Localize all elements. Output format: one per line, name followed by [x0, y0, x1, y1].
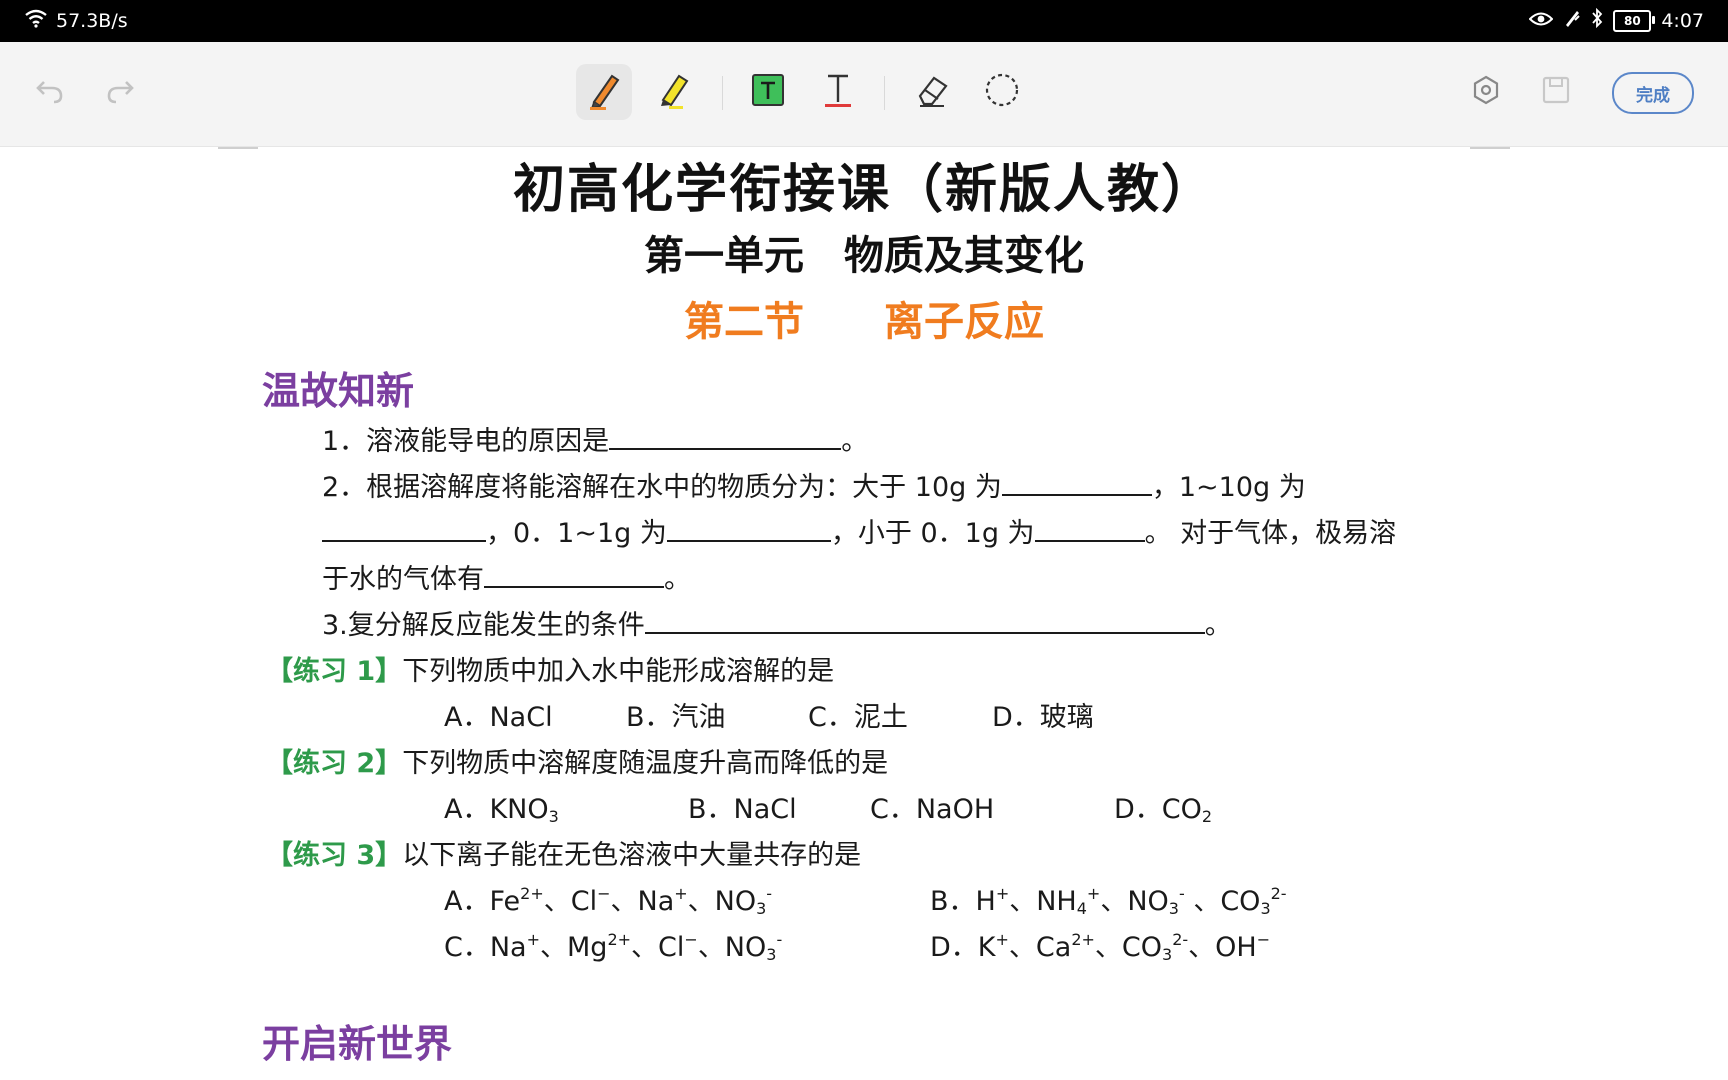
exercise-1-option-b: B．汽油: [626, 702, 726, 733]
toolbar-divider: [884, 76, 885, 110]
question-3-text: 3.复分解反应能发生的条件: [322, 610, 645, 641]
exercise-3: 【练习 3】以下离子能在无色溶液中大量共存的是: [266, 833, 861, 872]
answer-blank: [1001, 472, 1152, 496]
review-heading: 温故知新: [262, 369, 415, 413]
answer-blank: [644, 610, 1205, 634]
exercise-2: 【练习 2】下列物质中溶解度随温度升高而降低的是: [266, 741, 888, 780]
question-2-text-c: ，0．1~1g 为: [486, 518, 667, 549]
done-button[interactable]: 完成: [1612, 72, 1694, 114]
answer-blank: [609, 426, 842, 450]
toolbar-divider: [722, 76, 723, 110]
exercise-3-option-c: C．Na+、Mg2+、Cl−、NO3-: [444, 930, 783, 964]
exercise-2-question: 下列物质中溶解度随温度升高而降低的是: [402, 748, 889, 779]
question-1: 1．溶液能导电的原因是 。: [322, 419, 868, 458]
settings-icon: [1470, 74, 1502, 110]
answer-blank: [666, 518, 831, 542]
question-2-text-a: 2．根据溶解度将能溶解在水中的物质分为：大于 10g 为: [322, 472, 1002, 503]
answer-blank: [322, 518, 486, 542]
subscript: 3: [548, 807, 559, 826]
pen-tool-button[interactable]: [576, 64, 632, 120]
highlighter-tool-button[interactable]: [645, 64, 701, 120]
save-icon: [1540, 74, 1572, 110]
battery-icon: 80: [1613, 9, 1656, 32]
question-1-end: 。: [841, 426, 869, 457]
exercise-3-label: 【练习 3】: [266, 840, 403, 871]
option-text: D．CO: [1114, 794, 1202, 825]
question-2-text-d: ，小于 0．1g 为: [830, 518, 1035, 549]
exercise-1-question: 下列物质中加入水中能形成溶解的是: [402, 656, 835, 687]
question-2-text-b: ，1~10g 为: [1151, 472, 1306, 503]
eye-icon: [1528, 10, 1554, 32]
unit-title: 第一单元 物质及其变化: [644, 233, 1084, 279]
eraser-icon: [914, 72, 950, 112]
question-3: 3.复分解反应能发生的条件 。: [322, 603, 1232, 642]
exercise-3-option-d: D．K+、Ca2+、CO32-、OH−: [930, 930, 1271, 964]
exercise-1: 【练习 1】下列物质中加入水中能形成溶解的是: [266, 649, 834, 688]
exercise-1-option-d: D．玻璃: [992, 702, 1094, 733]
question-2-line-1: 2．根据溶解度将能溶解在水中的物质分为：大于 10g 为 ，1~10g 为: [322, 465, 1306, 504]
textbox-tool-button[interactable]: [740, 64, 796, 120]
lasso-icon: [984, 72, 1020, 112]
question-2-text-f: 于水的气体有: [322, 564, 484, 595]
textbox-icon: [750, 72, 786, 112]
highlighter-icon: [655, 70, 691, 114]
question-3-end: 。: [1204, 610, 1232, 641]
question-2-line-3: 于水的气体有 。: [322, 557, 691, 596]
answer-blank: [1034, 518, 1145, 542]
network-speed: 57.3B/s: [56, 9, 128, 32]
exercise-2-option-a: A．KNO3: [444, 787, 559, 826]
text-tool-button[interactable]: [810, 64, 866, 120]
document-title: 初高化学衔接课（新版人教）: [512, 160, 1215, 220]
exercise-3-question: 以下离子能在无色溶液中大量共存的是: [402, 840, 862, 871]
exercise-3-option-a: A．Fe2+、Cl−、Na+、NO3-: [444, 884, 773, 918]
exercise-1-option-a: A．NaCl: [444, 702, 553, 733]
status-bar: 57.3B/s 80 4:07: [0, 0, 1728, 42]
subscript: 2: [1201, 807, 1213, 826]
exercise-2-option-c: C．NaOH: [870, 794, 995, 825]
section-title: 第二节 离子反应: [684, 299, 1044, 345]
exercise-1-option-c: C．泥土: [808, 702, 908, 733]
redo-icon: [104, 74, 136, 110]
question-2-line-2: ，0．1~1g 为 ，小于 0．1g 为 。 对于气体，极易溶: [322, 511, 1396, 550]
settings-button[interactable]: [1458, 64, 1514, 120]
annotation-toolbar: 完成: [0, 42, 1728, 147]
exercise-2-label: 【练习 2】: [266, 748, 403, 779]
exercise-1-label: 【练习 1】: [266, 656, 403, 687]
lasso-tool-button[interactable]: [974, 64, 1030, 120]
question-2-text-e: 。 对于气体，极易溶: [1144, 518, 1397, 549]
eraser-tool-button[interactable]: [904, 64, 960, 120]
document-page: 初高化学衔接课（新版人教） 第一单元 物质及其变化 第二节 离子反应 温故知新 …: [0, 147, 1728, 1080]
bluetooth-icon: [1591, 7, 1603, 33]
option-text: A．KNO: [444, 794, 549, 825]
wifi-icon: [24, 8, 48, 33]
status-right: 80 4:07: [1528, 7, 1704, 33]
text-cursor-icon: [820, 72, 856, 112]
clock: 4:07: [1661, 9, 1704, 32]
exercise-3-option-b: B．H+、NH4+、NO3- 、CO32-: [930, 884, 1287, 918]
pen-icon: [586, 70, 622, 114]
question-2-text-g: 。: [664, 564, 691, 595]
undo-icon: [34, 74, 66, 110]
exercise-2-option-d: D．CO2: [1114, 787, 1212, 826]
undo-button[interactable]: [22, 64, 78, 120]
save-button[interactable]: [1528, 64, 1584, 120]
answer-blank: [484, 564, 664, 588]
question-1-text: 1．溶液能导电的原因是: [322, 426, 610, 457]
status-left: 57.3B/s: [24, 8, 128, 33]
new-world-heading: 开启新世界: [262, 1022, 453, 1066]
stylus-icon: [1563, 8, 1581, 33]
redo-button[interactable]: [92, 64, 148, 120]
exercise-2-option-b: B．NaCl: [688, 794, 797, 825]
